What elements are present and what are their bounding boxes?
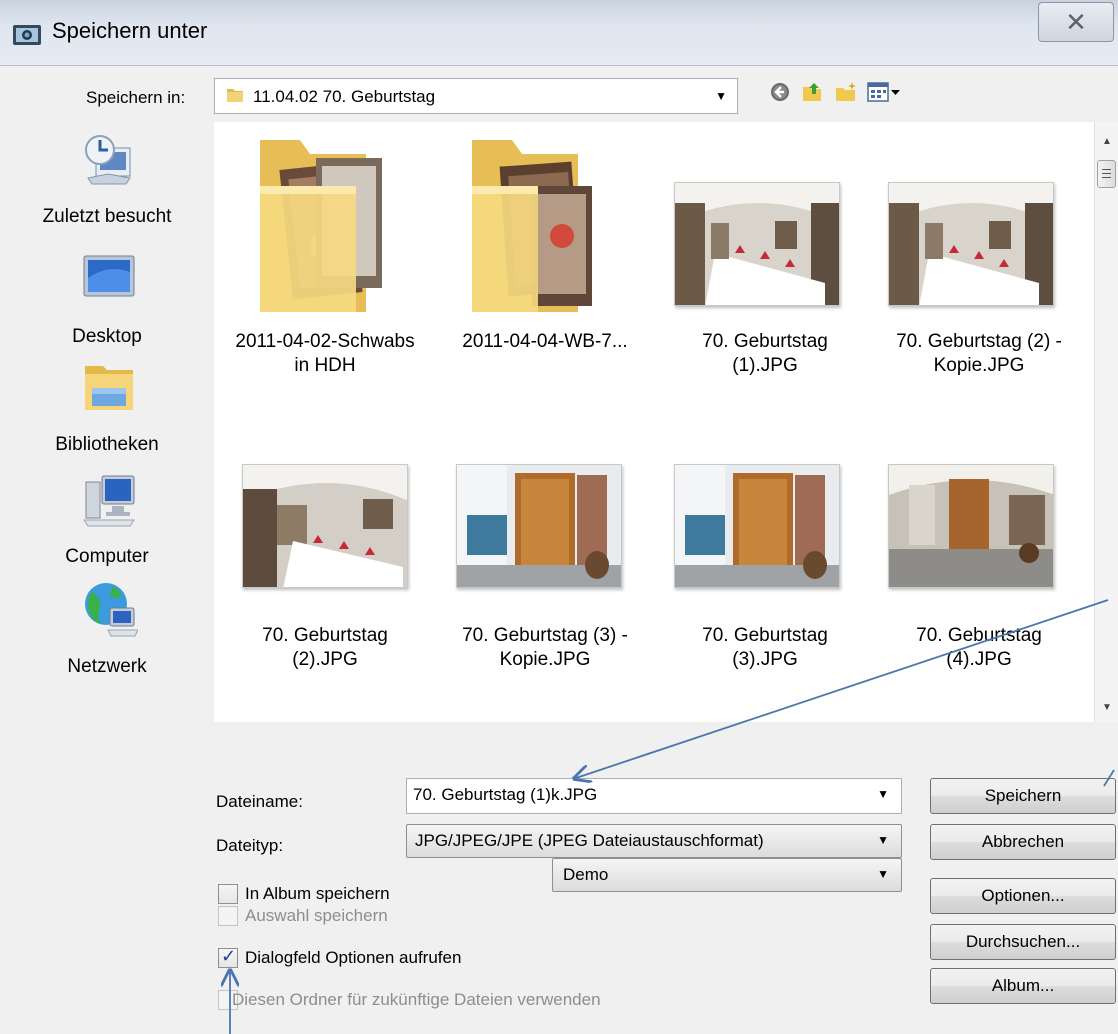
album-save-label: In Album speichern	[245, 884, 390, 903]
file-name: 2011-04-04-WB-7...	[462, 331, 628, 352]
file-item[interactable]: 70. Geburtstag (4).JPG	[874, 452, 1084, 712]
save-in-combo[interactable]: 11.04.02 70. Geburtstag ▼	[214, 78, 738, 114]
save-in-label: Speichern in:	[86, 88, 186, 107]
use-folder-label: Diesen Ordner für zukünftige Dateien ver…	[232, 990, 601, 1009]
file-name: 70. Geburtstag (1).JPG	[702, 331, 828, 376]
chevron-down-icon: ▼	[715, 89, 727, 103]
checkmark-icon: ✓	[221, 946, 237, 966]
file-name: 2011-04-02-Schwabs in HDH	[235, 331, 415, 376]
filename-label: Dateiname:	[216, 792, 303, 811]
file-name: 70. Geburtstag (4).JPG	[916, 625, 1042, 670]
folder-thumbnail-icon	[472, 140, 592, 312]
file-item[interactable]: 70. Geburtstag (2).JPG	[220, 452, 430, 712]
file-item[interactable]: 2011-04-02-Schwabs in HDH	[220, 130, 430, 400]
show-options-checkbox[interactable]: ✓	[218, 946, 238, 968]
place-label: Netzwerk	[67, 656, 147, 677]
photo-thumbnail	[674, 182, 840, 306]
album-select-value: Demo	[563, 865, 609, 884]
chevron-down-icon: ▼	[877, 833, 889, 847]
place-computer[interactable]: Computer	[12, 470, 202, 580]
filename-input[interactable]: 70. Geburtstag (1)k.JPG ▼	[406, 778, 902, 814]
chevron-down-icon: ▼	[877, 867, 889, 881]
place-label: Bibliotheken	[55, 434, 159, 455]
file-name: 70. Geburtstag (2).JPG	[262, 625, 388, 670]
photo-thumbnail	[242, 464, 408, 588]
folder-thumbnail-icon	[260, 140, 382, 312]
chevron-down-icon[interactable]: ▼	[877, 787, 889, 801]
file-item[interactable]: 70. Geburtstag (1).JPG	[660, 130, 870, 400]
save-selection-label: Auswahl speichern	[245, 906, 388, 925]
cancel-button[interactable]: Abbrechen	[930, 824, 1116, 860]
file-name: 70. Geburtstag (3).JPG	[702, 625, 828, 670]
save-selection-checkbox[interactable]	[218, 906, 238, 926]
photo-thumbnail	[888, 182, 1054, 306]
scroll-down-icon[interactable]: ▼	[1102, 702, 1112, 713]
computer-icon	[83, 475, 135, 527]
filename-value: 70. Geburtstag (1)k.JPG	[413, 785, 598, 804]
desktop-icon	[83, 255, 135, 297]
place-desktop[interactable]: Desktop	[12, 244, 202, 354]
album-select[interactable]: Demo ▼	[552, 858, 902, 892]
place-label: Desktop	[72, 326, 142, 347]
scroll-thumb[interactable]	[1097, 160, 1116, 188]
file-item[interactable]: 70. Geburtstag (3) - Kopie.JPG	[440, 452, 650, 712]
show-options-label: Dialogfeld Optionen aufrufen	[245, 948, 462, 967]
place-recent[interactable]: Zuletzt besucht	[12, 122, 202, 232]
recent-places-icon	[85, 135, 131, 185]
file-list-scrollbar[interactable]: ▲ ▼	[1094, 122, 1118, 722]
save-button[interactable]: Speichern	[930, 778, 1116, 814]
photo-thumbnail	[674, 464, 840, 588]
libraries-icon	[85, 366, 133, 410]
filetype-value: JPG/JPEG/JPE (JPEG Dateiaustauschformat)	[415, 831, 764, 850]
title-bar: Speichern unter ✕	[0, 0, 1118, 66]
app-camera-icon	[13, 25, 41, 45]
browse-button[interactable]: Durchsuchen...	[930, 924, 1116, 960]
view-menu-icon[interactable]	[866, 80, 902, 104]
scroll-up-icon[interactable]: ▲	[1102, 136, 1112, 147]
photo-thumbnail	[888, 464, 1054, 588]
file-name: 70. Geburtstag (2) - Kopie.JPG	[896, 331, 1062, 376]
album-save-checkbox[interactable]	[218, 884, 238, 904]
up-folder-icon[interactable]	[800, 80, 824, 104]
places-bar: Zuletzt besucht Desktop Bibliotheken Com…	[12, 122, 202, 832]
place-libraries[interactable]: Bibliotheken	[12, 354, 202, 464]
filetype-label: Dateityp:	[216, 836, 284, 855]
back-icon[interactable]	[768, 80, 792, 104]
folder-icon	[227, 89, 243, 102]
filetype-select[interactable]: JPG/JPEG/JPE (JPEG Dateiaustauschformat)…	[406, 824, 902, 858]
close-button[interactable]: ✕	[1038, 2, 1114, 42]
file-item[interactable]: 2011-04-04-WB-7...	[440, 130, 650, 400]
place-label: Computer	[65, 546, 149, 567]
file-list-view[interactable]: 2011-04-02-Schwabs in HDH 2011-04-04-WB-7…	[214, 122, 1094, 722]
place-label: Zuletzt besucht	[42, 206, 172, 227]
new-folder-icon[interactable]	[834, 80, 858, 104]
close-icon: ✕	[1065, 7, 1087, 37]
window-title: Speichern unter	[52, 18, 208, 43]
save-in-value: 11.04.02 70. Geburtstag	[253, 87, 436, 106]
place-network[interactable]: Netzwerk	[12, 580, 202, 690]
file-name: 70. Geburtstag (3) - Kopie.JPG	[462, 625, 628, 670]
file-item[interactable]: 70. Geburtstag (3).JPG	[660, 452, 870, 712]
album-button[interactable]: Album...	[930, 968, 1116, 1004]
network-icon	[85, 583, 138, 637]
photo-thumbnail	[456, 464, 622, 588]
file-item[interactable]: 70. Geburtstag (2) - Kopie.JPG	[874, 130, 1084, 400]
options-button[interactable]: Optionen...	[930, 878, 1116, 914]
